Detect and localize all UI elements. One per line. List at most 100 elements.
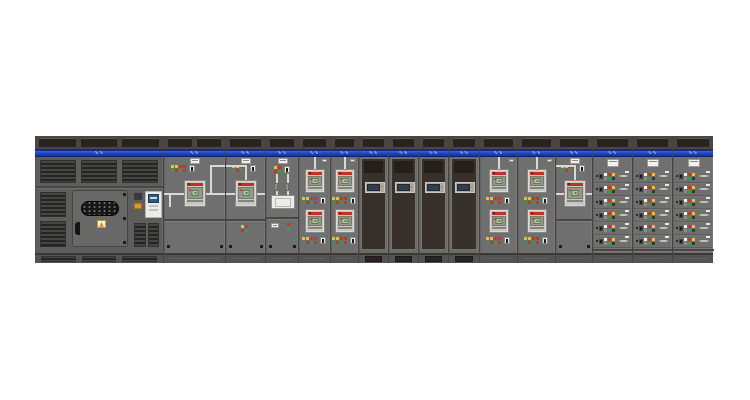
air-circuit-breaker[interactable] — [527, 209, 547, 233]
door-latch[interactable] — [547, 159, 552, 162]
control-switch[interactable] — [542, 237, 548, 244]
air-circuit-breaker[interactable] — [305, 209, 325, 233]
air-circuit-breaker[interactable] — [184, 180, 206, 207]
mcc-drawer-row-2[interactable] — [674, 183, 712, 196]
drawer-handle[interactable] — [698, 226, 710, 230]
control-switch[interactable] — [504, 237, 510, 244]
door-handle[interactable] — [75, 222, 80, 235]
control-switch[interactable] — [579, 165, 585, 172]
drawer-handle[interactable] — [658, 187, 669, 191]
cabinet-door[interactable]: ▲ — [72, 190, 128, 247]
mcc-drawer-row-1[interactable] — [674, 170, 712, 183]
drawer-switch[interactable] — [599, 187, 603, 192]
mcc-drawer-row-2[interactable] — [594, 183, 631, 196]
hmi-display[interactable] — [365, 182, 385, 193]
drawer-handle[interactable] — [698, 174, 710, 178]
air-circuit-breaker[interactable] — [489, 169, 509, 193]
control-switch[interactable] — [542, 197, 548, 204]
control-compartment-door[interactable] — [361, 158, 386, 250]
control-switch[interactable] — [320, 197, 326, 204]
drawer-test-button — [665, 197, 669, 199]
air-circuit-breaker[interactable] — [527, 169, 547, 193]
mcc-drawer-row-5[interactable] — [594, 222, 631, 235]
drawer-indicator-pair — [612, 186, 615, 193]
door-latch[interactable] — [509, 159, 514, 162]
control-switch[interactable] — [350, 237, 356, 244]
drawer-handle[interactable] — [698, 239, 710, 243]
drawer-switch[interactable] — [679, 187, 683, 192]
drawer-switch[interactable] — [639, 174, 643, 179]
air-circuit-breaker[interactable] — [564, 180, 586, 207]
drawer-switch[interactable] — [599, 239, 603, 244]
drawer-handle[interactable] — [618, 187, 629, 191]
drawer-switch[interactable] — [639, 213, 643, 218]
drawer-handle[interactable] — [658, 239, 669, 243]
door-latch[interactable] — [350, 159, 355, 162]
hmi-display[interactable] — [425, 182, 445, 193]
air-circuit-breaker[interactable] — [489, 209, 509, 233]
control-switch[interactable] — [504, 197, 510, 204]
mcc-drawer-row-6[interactable] — [634, 235, 671, 248]
drawer-handle[interactable] — [618, 239, 629, 243]
drawer-handle[interactable] — [618, 213, 629, 217]
compartment-divider — [266, 217, 299, 219]
drawer-handle[interactable] — [658, 226, 669, 230]
air-circuit-breaker[interactable] — [335, 209, 355, 233]
control-compartment-door[interactable] — [421, 158, 446, 250]
mcc-drawer-row-5[interactable] — [634, 222, 671, 235]
drawer-switch[interactable] — [679, 213, 683, 218]
control-switch[interactable] — [320, 237, 326, 244]
mcc-drawer-row-1[interactable] — [634, 170, 671, 183]
mcc-drawer-row-2[interactable] — [634, 183, 671, 196]
drawer-handle[interactable] — [658, 213, 669, 217]
indicator-light — [536, 241, 539, 244]
drawer-switch[interactable] — [639, 187, 643, 192]
air-circuit-breaker[interactable] — [235, 180, 257, 207]
mcc-drawer-row-4[interactable] — [634, 209, 671, 222]
mcc-drawer-row-3[interactable] — [674, 196, 712, 209]
drawer-handle[interactable] — [658, 174, 669, 178]
breaker-status-window — [243, 190, 250, 196]
drawer-handle[interactable] — [698, 213, 710, 217]
drawer-switch[interactable] — [639, 200, 643, 205]
drawer-switch[interactable] — [599, 174, 603, 179]
air-circuit-breaker[interactable] — [335, 169, 355, 193]
drawer-handle[interactable] — [618, 200, 629, 204]
mcc-drawer-row-1[interactable] — [594, 170, 631, 183]
drawer-switch[interactable] — [599, 226, 603, 231]
control-switch[interactable] — [189, 165, 195, 172]
drawer-switch[interactable] — [679, 174, 683, 179]
drawer-switch[interactable] — [639, 239, 643, 244]
mcc-drawer-row-4[interactable] — [674, 209, 712, 222]
mcc-drawer-row-4[interactable] — [594, 209, 631, 222]
control-switch[interactable] — [284, 166, 290, 173]
drawer-switch[interactable] — [599, 213, 603, 218]
drawer-switch[interactable] — [599, 200, 603, 205]
mcc-drawer-row-3[interactable] — [594, 196, 631, 209]
drawer-handle[interactable] — [698, 187, 710, 191]
drawer-switch[interactable] — [639, 226, 643, 231]
mcc-drawer-row-6[interactable] — [674, 235, 712, 248]
hmi-display[interactable] — [395, 182, 415, 193]
drawer-switch[interactable] — [679, 239, 683, 244]
control-compartment-door[interactable] — [391, 158, 416, 250]
control-switch[interactable] — [250, 165, 256, 172]
door-latch[interactable] — [322, 159, 327, 162]
indicator-pair — [486, 197, 489, 204]
mcc-drawer-row-3[interactable] — [634, 196, 671, 209]
control-compartment-door[interactable] — [451, 158, 477, 250]
drawer-handle[interactable] — [658, 200, 669, 204]
air-circuit-breaker[interactable] — [305, 169, 325, 193]
drawer-handle[interactable] — [618, 174, 629, 178]
drawer-handle[interactable] — [698, 200, 710, 204]
drawer-switch[interactable] — [679, 226, 683, 231]
control-switch[interactable] — [350, 197, 356, 204]
indicator-light — [604, 173, 607, 176]
mcc-drawer-row-6[interactable] — [594, 235, 631, 248]
hmi-display[interactable] — [455, 182, 475, 193]
drawer-handle[interactable] — [618, 226, 629, 230]
indicator-light — [688, 216, 691, 219]
drawer-lock-dot — [636, 175, 638, 177]
mcc-drawer-row-5[interactable] — [674, 222, 712, 235]
drawer-switch[interactable] — [679, 200, 683, 205]
